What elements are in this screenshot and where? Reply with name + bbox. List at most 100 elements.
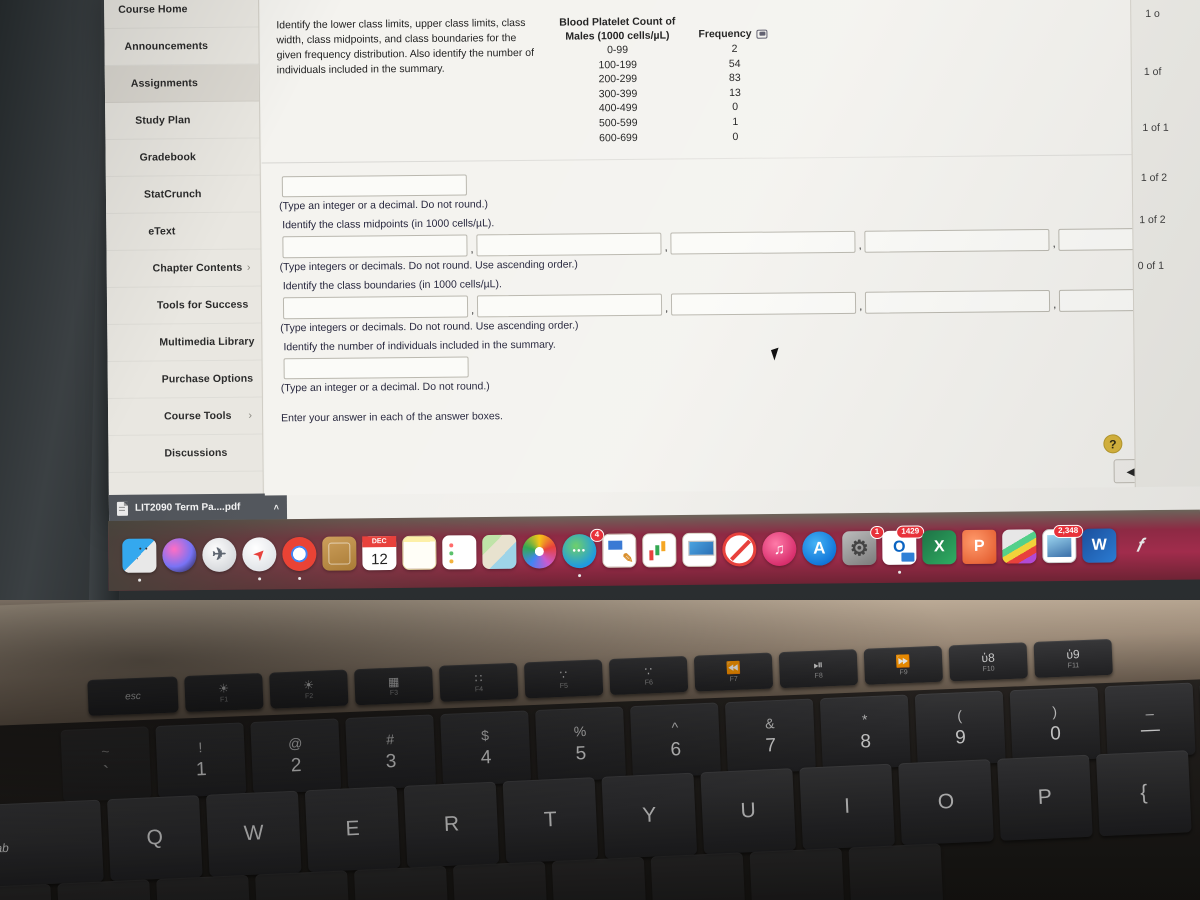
dock-icon-excel[interactable] [922,530,957,565]
sidebar-item-chapter-contents[interactable]: Chapter Contents › [106,249,261,288]
key-five[interactable]: % 5 [535,706,627,783]
key-tilde[interactable]: ~ ` [60,726,152,802]
midpoint-input-3[interactable] [670,230,856,255]
key-p[interactable]: P [997,754,1093,841]
key-l[interactable] [848,843,944,900]
key-d[interactable] [255,870,351,900]
dock-icon-outlook[interactable]: 1429 [882,525,925,574]
key-g[interactable] [452,861,548,900]
dock-icon-prism[interactable] [1002,529,1037,564]
dock-icon-finder[interactable] [122,538,157,582]
individuals-input[interactable] [283,356,469,380]
midpoint-input-4[interactable] [864,228,1050,253]
midpoint-input-2[interactable] [476,232,662,257]
sidebar-item-statcrunch[interactable]: StatCrunch [105,175,261,214]
dock-icon-word[interactable] [1082,528,1117,563]
key-a[interactable]: A [57,879,153,900]
chevron-right-icon[interactable]: › [247,262,251,274]
key-four[interactable]: $4 [440,710,532,787]
key-caps[interactable] [0,883,54,900]
dock-icon-system-preferences[interactable]: 1 [842,525,885,566]
midpoint-input-1[interactable] [282,234,468,259]
key-f11[interactable]: ὐ9 F11 [1033,638,1113,678]
sidebar-item-assignments[interactable]: Assignments [104,64,260,103]
gear-icon[interactable]: ⚙ [1169,0,1183,4]
key-o[interactable]: O [898,759,994,846]
sidebar-item-gradebook[interactable]: Gradebook [105,138,260,177]
dock-icon-messages[interactable]: 4 [562,528,605,578]
key-f6[interactable]: ∵ F6 [608,655,689,696]
key-eight[interactable]: * 8 [819,694,911,771]
dock-icon-do-not-disturb[interactable] [722,532,757,567]
dock-icon-launchpad[interactable] [202,537,237,573]
dock-icon-photos[interactable] [522,534,557,569]
dock-icon-notes[interactable] [402,535,437,570]
class-width-input[interactable] [281,174,467,198]
dock-icon-numbers[interactable] [642,533,677,568]
dock-icon-maps[interactable] [482,534,517,570]
key-f[interactable] [354,865,450,900]
key-w[interactable]: W [205,790,302,877]
key-minus[interactable]: _ — [1104,682,1196,759]
sidebar-item-tools-for-success[interactable]: Tools for Success [106,286,262,325]
dock-icon-app-store[interactable] [802,531,837,566]
boundary-input-4[interactable] [865,289,1051,314]
key-six[interactable]: ^ 6 [629,702,721,779]
sidebar-item-course-tools[interactable]: Course Tools › [107,397,263,436]
dock-icon-itunes[interactable] [762,531,797,567]
boundary-input-1[interactable] [282,295,469,320]
dock-icon-contacts[interactable] [322,536,357,571]
boundary-input-3[interactable] [671,291,857,316]
key-y[interactable]: Y [601,772,698,859]
key-k[interactable] [749,847,845,900]
key-j[interactable] [650,852,746,900]
key-nine[interactable]: (9 [914,690,1006,767]
dock-icon-chrome[interactable] [282,536,317,581]
key-f3[interactable]: ▦ F3 [354,666,434,706]
key-f5[interactable]: ∵ F5 [523,659,604,699]
popout-icon[interactable] [756,29,768,39]
key-seven[interactable]: & 7 [724,698,816,775]
key-tab[interactable]: tab [0,799,104,887]
dock-icon-pages[interactable] [602,533,637,568]
key-e[interactable]: E [304,786,401,873]
sidebar-item-etext[interactable]: eText [106,212,261,251]
key-f8[interactable]: ⏯ F8 [778,649,859,689]
key-f10[interactable]: ὐ8 F10 [948,642,1028,682]
key-bracket[interactable]: { [1095,750,1192,837]
dock-icon-powerpoint[interactable] [962,529,997,565]
sidebar-item-announcements[interactable]: Announcements [104,27,259,66]
sidebar-item-discussions[interactable]: Discussions [108,434,263,473]
dock-icon-calendar[interactable]: DEC 12 [362,535,397,571]
key-f4[interactable]: ∷ F4 [438,662,519,702]
key-i[interactable]: I [799,763,895,850]
key-f7[interactable]: ⏪ F7 [693,652,774,692]
dock-icon-reminders[interactable] [442,535,477,570]
key-f2[interactable]: ☀ F2 [269,669,349,709]
key-two[interactable]: @2 [250,718,342,795]
key-esc[interactable]: esc [87,676,179,716]
key-one[interactable]: ! 1 [155,722,247,798]
key-h[interactable] [551,856,647,900]
key-f9[interactable]: ⏩ F9 [863,645,944,685]
key-f1[interactable]: ☀ F1 [184,672,264,713]
chevron-right-icon[interactable]: › [248,410,252,422]
download-bar[interactable]: LIT2090 Term Pa....pdf ˄ [108,493,288,522]
key-zero[interactable]: ) 0 [1009,686,1101,763]
key-three[interactable]: #3 [345,714,437,791]
key-s[interactable]: S [156,874,252,900]
dock-icon-keynote[interactable] [682,532,717,567]
sidebar-item-course-home[interactable]: Course Home [104,0,259,29]
key-u[interactable]: U [700,768,797,855]
chevron-up-icon[interactable]: ˄ [274,502,279,512]
boundary-input-2[interactable] [476,293,663,318]
sidebar-item-study-plan[interactable]: Study Plan [105,101,260,140]
sidebar-item-purchase-options[interactable]: Purchase Options [107,360,262,399]
dock-icon-siri[interactable] [162,538,197,573]
dock-icon-flash-player[interactable] [1122,528,1156,562]
key-q[interactable]: Q [107,795,203,882]
help-button[interactable]: ? [1103,434,1123,454]
dock-icon-preview[interactable]: 2,348 [1042,524,1084,564]
key-t[interactable]: T [502,777,599,864]
key-r[interactable]: R [403,781,500,868]
